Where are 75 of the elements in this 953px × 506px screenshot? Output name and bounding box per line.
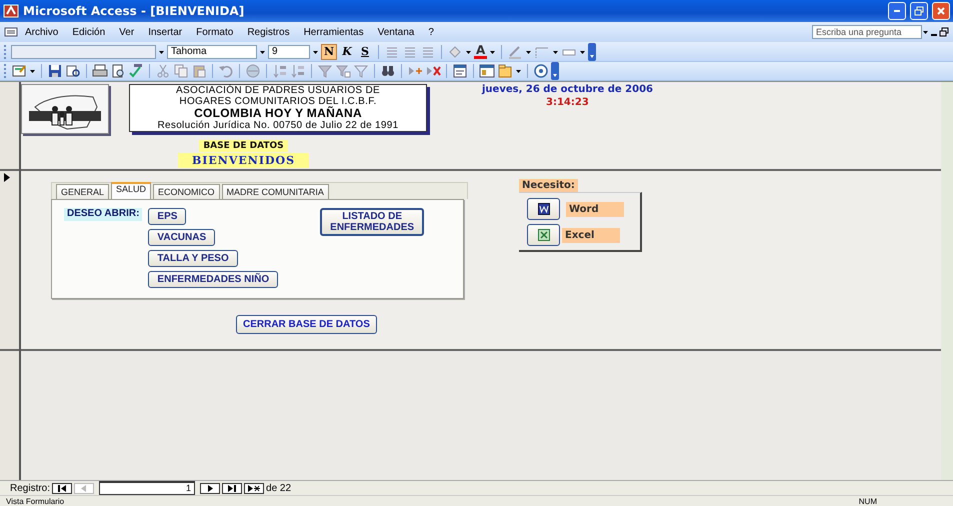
organization-text: ASOCIACIÓN DE PADRES USUARIOS DE	[176, 85, 380, 96]
open-label: DESEO ABRIR:	[64, 208, 142, 221]
form-button[interactable]: EPS	[148, 208, 186, 225]
properties-icon[interactable]	[452, 63, 468, 79]
resolution-text: Resolución Jurídica No. 00750 de Julio 22 de 1991	[158, 120, 398, 131]
status-text: Vista Formulario	[6, 496, 64, 506]
menu-item[interactable]: Herramientas	[296, 26, 371, 38]
list-button[interactable]: LISTADO DE ENFERMEDADES	[320, 208, 424, 236]
record-label: Registro:	[10, 482, 50, 494]
current-record-icon[interactable]	[4, 173, 10, 182]
menu-item[interactable]: Formato	[189, 26, 240, 38]
new-record-icon	[247, 484, 262, 492]
first-record-button[interactable]	[52, 482, 72, 494]
organization-name: COLOMBIA HOY Y MAÑANA	[194, 107, 362, 120]
access-logo-icon	[3, 3, 19, 19]
italic-button[interactable]: K	[339, 44, 355, 60]
underline-button[interactable]: S	[357, 44, 373, 60]
close-database-button[interactable]: CERRAR BASE DE DATOS	[236, 315, 377, 334]
date-text: jueves, 26 de octubre de 2006	[482, 84, 653, 95]
toolbar-options-icon[interactable]	[588, 42, 596, 60]
line-color-icon[interactable]	[507, 44, 524, 60]
binoculars-icon[interactable]	[380, 63, 396, 79]
restore-child-icon[interactable]	[939, 26, 949, 38]
close-button[interactable]	[932, 2, 950, 20]
minimize-icon	[894, 10, 900, 12]
record-count: de 22	[266, 482, 292, 494]
tab[interactable]: SALUD	[111, 182, 152, 199]
help-search-field[interactable]: Escriba una pregunta	[812, 25, 922, 39]
app-button[interactable]	[527, 198, 560, 220]
close-icon	[936, 6, 946, 16]
organization-text: HOGARES COMUNITARIOS DEL I.C.B.F.	[179, 96, 377, 107]
menu-item[interactable]: Registros	[240, 26, 297, 38]
menu-item[interactable]: Edición	[65, 26, 112, 38]
minimize-button[interactable]	[888, 2, 906, 20]
menu-item[interactable]: Ver	[112, 26, 142, 38]
restore-button[interactable]	[910, 2, 928, 20]
menu-grip-icon	[4, 26, 18, 38]
font-color-button[interactable]: A	[474, 44, 488, 59]
record-number-field[interactable]: 1	[99, 481, 196, 495]
font-size-combo[interactable]: 9	[268, 44, 310, 58]
print-icon[interactable]	[92, 63, 108, 79]
menu-item[interactable]: Archivo	[18, 26, 66, 38]
tab[interactable]: ECONOMICO	[153, 184, 220, 199]
app-button[interactable]	[527, 224, 560, 246]
form-button[interactable]: ENFERMEDADES NIÑO	[148, 271, 278, 288]
app-label: Excel	[562, 228, 620, 242]
menu-item[interactable]: Ventana	[370, 26, 422, 38]
filter-form-icon[interactable]	[335, 63, 351, 79]
time-text: 3:14:23	[546, 97, 590, 108]
font-combo[interactable]: Tahoma	[167, 44, 257, 58]
spelling-check-icon[interactable]	[128, 63, 144, 79]
window-title: Microsoft Access - [BIENVENIDA]	[23, 4, 246, 18]
menu-item[interactable]: Insertar	[141, 26, 190, 38]
form-button[interactable]: TALLA Y PESO	[148, 250, 238, 267]
next-record-button[interactable]	[200, 482, 220, 494]
word-document-icon	[538, 203, 550, 215]
app-label: Word	[566, 202, 624, 216]
menu-item[interactable]: ?	[421, 26, 441, 38]
print-preview-icon[interactable]	[110, 63, 126, 79]
tab[interactable]: MADRE COMUNITARIA	[222, 184, 329, 199]
num-lock-indicator: NUM	[858, 496, 877, 506]
spreadsheet-icon	[538, 229, 550, 241]
needs-label: Necesito:	[519, 179, 578, 192]
new-record-button[interactable]	[244, 482, 264, 494]
toolbar-options-icon[interactable]	[551, 62, 559, 80]
tab[interactable]: GENERAL	[56, 184, 110, 199]
bold-button[interactable]: N	[321, 44, 337, 60]
database-window-icon[interactable]	[479, 63, 495, 79]
last-record-button[interactable]	[222, 482, 242, 494]
form-button[interactable]: VACUNAS	[148, 229, 216, 246]
welcome-title: BIENVENIDOS	[178, 153, 310, 168]
restore-icon	[914, 6, 924, 16]
form-view-icon[interactable]	[11, 63, 27, 79]
database-label: BASE DE DATOS	[199, 140, 288, 152]
save-icon[interactable]	[47, 63, 63, 79]
